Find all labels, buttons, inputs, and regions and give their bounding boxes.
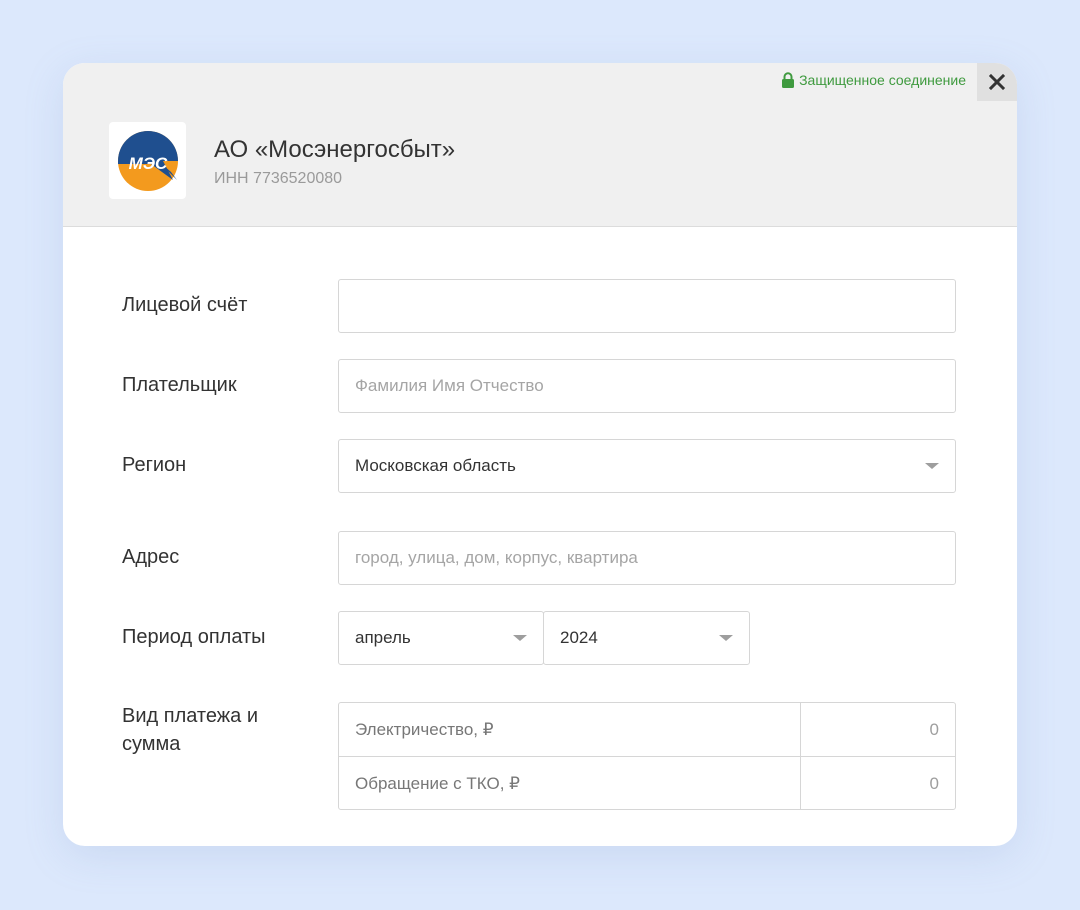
- payment-table: Электричество, ₽ 0 Обращение с ТКО, ₽ 0: [338, 702, 956, 810]
- payment-row: Обращение с ТКО, ₽ 0: [339, 756, 955, 810]
- close-icon: [989, 74, 1005, 90]
- payment-dialog: Защищенное соединение МЭС АО «Мосэнергос…: [63, 63, 1017, 846]
- payment-label: Вид платежа и сумма: [122, 705, 258, 755]
- chevron-down-icon: [719, 635, 733, 641]
- region-label: Регион: [122, 454, 187, 476]
- region-value: Московская область: [355, 456, 516, 475]
- secure-connection-text: Защищенное соединение: [799, 72, 966, 88]
- payment-amount-input[interactable]: 0: [801, 757, 955, 810]
- address-placeholder: город, улица, дом, корпус, квартира: [355, 548, 638, 567]
- period-year-value: 2024: [560, 628, 598, 647]
- payment-type-name: Электричество, ₽: [339, 703, 801, 756]
- period-month-value: апрель: [355, 628, 411, 647]
- payer-placeholder: Фамилия Имя Отчество: [355, 376, 544, 395]
- address-input[interactable]: город, улица, дом, корпус, квартира: [338, 531, 956, 585]
- mes-logo-icon: МЭС: [117, 130, 178, 191]
- payer-label: Плательщик: [122, 374, 237, 396]
- organization-name: АО «Мосэнергосбыт»: [214, 136, 456, 163]
- account-input[interactable]: [338, 279, 956, 333]
- payer-input[interactable]: Фамилия Имя Отчество: [338, 359, 956, 413]
- secure-connection: Защищенное соединение: [781, 72, 966, 88]
- period-year-select[interactable]: 2024: [543, 611, 750, 665]
- period-month-select[interactable]: апрель: [338, 611, 544, 665]
- chevron-down-icon: [513, 635, 527, 641]
- address-label: Адрес: [122, 546, 180, 568]
- region-select[interactable]: Московская область: [338, 439, 956, 493]
- payment-row: Электричество, ₽ 0: [339, 703, 955, 756]
- logo-text: МЭС: [128, 154, 167, 173]
- organization-inn: ИНН 7736520080: [214, 170, 343, 187]
- payment-amount-input[interactable]: 0: [801, 703, 955, 756]
- chevron-down-icon: [925, 463, 939, 469]
- close-button[interactable]: [977, 63, 1017, 101]
- lock-icon: [782, 72, 795, 88]
- period-label: Период оплаты: [122, 626, 266, 648]
- account-label: Лицевой счёт: [122, 294, 248, 316]
- payment-type-name: Обращение с ТКО, ₽: [339, 757, 801, 810]
- dialog-header: Защищенное соединение МЭС АО «Мосэнергос…: [63, 63, 1017, 227]
- company-logo: МЭС: [109, 122, 186, 199]
